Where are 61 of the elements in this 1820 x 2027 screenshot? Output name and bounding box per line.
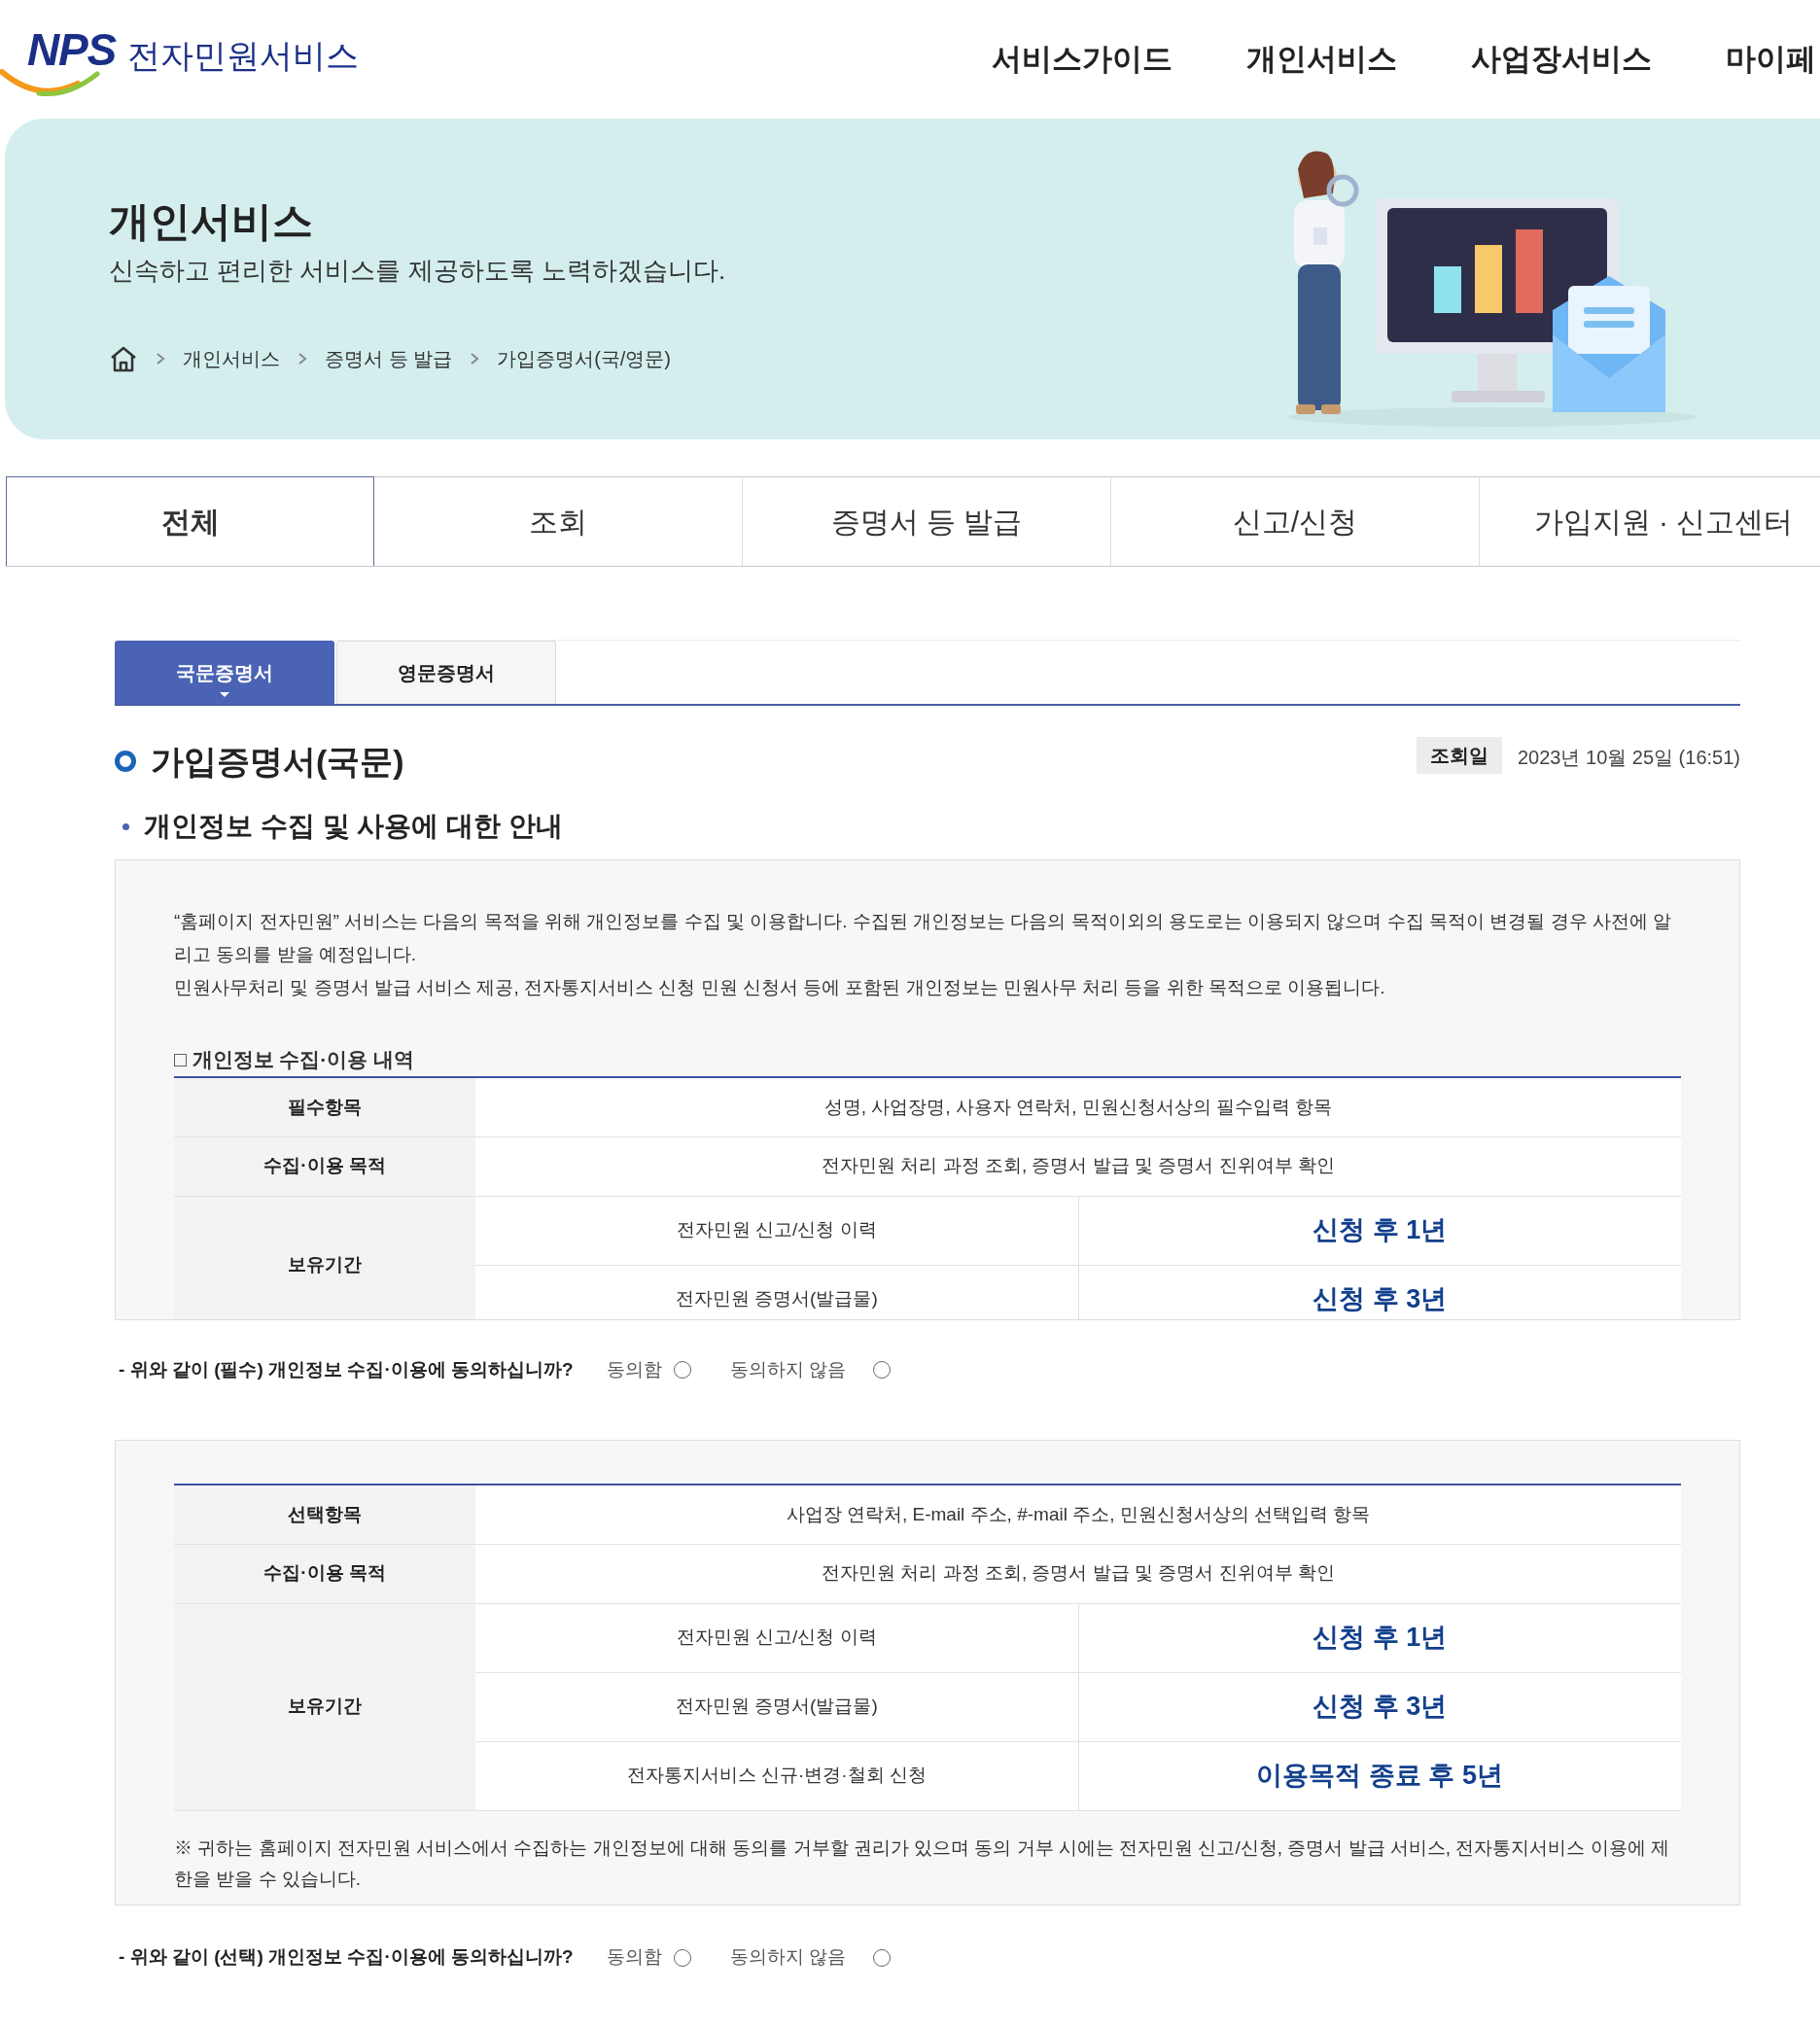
table-header-cell: 선택항목 <box>174 1485 475 1544</box>
ring-icon <box>115 751 136 772</box>
radio-button[interactable] <box>673 1361 691 1379</box>
main-tab[interactable]: 증명서 등 발급 <box>743 476 1111 566</box>
table-cell: 전자민원 신고/신청 이력 <box>475 1603 1078 1672</box>
consent-question: - 위와 같이 (선택) 개인정보 수집·이용에 동의하십니까? <box>119 1945 574 1970</box>
hero-title: 개인서비스 <box>109 197 314 246</box>
table-title: □ 개인정보 수집·이용 내역 <box>174 1047 416 1072</box>
notice-note: ※ 귀하는 홈페이지 전자민원 서비스에서 수집하는 개인정보에 대해 동의를 거부할 권리가 있으며 동의 거부 시에는 전자민원 신고/신청, 증명서 발급 서비스, 전자통지서비스 이용에 제한을 받을 수 있습니다. <box>174 1835 1670 1891</box>
chevron-icon <box>156 351 165 366</box>
lookup-date-label: 조회일 <box>1416 737 1502 774</box>
page-title: 가입증명서(국문) <box>151 741 404 782</box>
main-tab[interactable]: 전체 <box>6 476 374 566</box>
table-header-cell: 보유기간 <box>174 1603 475 1810</box>
radio-button[interactable] <box>872 1361 891 1379</box>
option-label: 동의함 <box>606 1357 662 1381</box>
radio-button[interactable] <box>673 1948 691 1967</box>
main-tab[interactable]: 조회 <box>374 476 743 566</box>
bullet-icon <box>122 822 129 830</box>
home-icon[interactable] <box>109 344 138 372</box>
chevron-icon <box>298 351 307 366</box>
table-cell: 전자민원 증명서(발급물) <box>475 1672 1078 1741</box>
chevron-icon <box>470 351 480 366</box>
lookup-date: 2023년 10월 25일 (16:51) <box>1517 746 1740 770</box>
table-cell: 전자민원 증명서(발급물) <box>475 1265 1078 1319</box>
option-label: 동의하지 않음 <box>729 1945 846 1970</box>
option-label: 동의함 <box>606 1945 662 1970</box>
notice-paragraph: 민원사무처리 및 증명서 발급 서비스 제공, 전자통지서비스 신청 민원 신청서 등에 포함된 개인정보는 민원사무 처리 등을 위한 목적으로 이용됩니다. <box>174 976 1386 999</box>
main-tab[interactable]: 신고/신청 <box>1111 476 1480 566</box>
retention-period: 신청 후 1년 <box>1078 1196 1681 1265</box>
table-header-cell: 보유기간 <box>174 1196 475 1319</box>
option-label: 동의하지 않음 <box>729 1357 846 1381</box>
notice-paragraph: “홈페이지 전자민원” 서비스는 다음의 목적을 위해 개인정보를 수집 및 이용합니다. 수집된 개인정보는 다음의 목적이외의 용도로는 이용되지 않으며 수집 목적이 변경될 경우 사전에 알리고 동의를 받을 예정입니다. <box>174 910 1673 966</box>
sub-tab[interactable]: 영문증명서 <box>336 641 556 704</box>
retention-period: 이용목적 종료 후 5년 <box>1078 1741 1681 1810</box>
table-cell: 전자민원 신고/신청 이력 <box>475 1196 1078 1265</box>
breadcrumb-link[interactable]: 개인서비스 <box>183 343 280 373</box>
table-cell: 전자민원 처리 과정 조회, 증명서 발급 및 증명서 진위여부 확인 <box>475 1136 1681 1196</box>
nav-link[interactable]: 사업장서비스 <box>1471 36 1652 83</box>
radio-button[interactable] <box>872 1948 891 1967</box>
nav-link[interactable]: 서비스가이드 <box>992 36 1172 83</box>
hero-subtitle: 신속하고 편리한 서비스를 제공하도록 노력하겠습니다. <box>109 254 727 287</box>
table-cell: 전자통지서비스 신규·변경·철회 신청 <box>475 1741 1078 1810</box>
breadcrumb-link[interactable]: 증명서 등 발급 <box>325 343 453 373</box>
section-title: 개인정보 수집 및 사용에 대한 안내 <box>144 810 563 843</box>
retention-period: 신청 후 3년 <box>1078 1672 1681 1741</box>
breadcrumb-link[interactable]: 가입증명서(국/영문) <box>497 343 671 373</box>
table-cell: 성명, 사업장명, 사용자 연락처, 민원신청서상의 필수입력 항목 <box>475 1077 1681 1136</box>
nav-link[interactable]: 마이페 <box>1726 36 1816 83</box>
table-header-cell: 수집·이용 목적 <box>174 1544 475 1603</box>
sub-tab[interactable]: 국문증명서 <box>115 641 334 704</box>
table-cell: 사업장 연락처, E-mail 주소, #-mail 주소, 민원신청서상의 선택입력 항목 <box>475 1485 1681 1544</box>
table-cell: 전자민원 처리 과정 조회, 증명서 발급 및 증명서 진위여부 확인 <box>475 1544 1681 1603</box>
consent-question: - 위와 같이 (필수) 개인정보 수집·이용에 동의하십니까? <box>119 1357 574 1381</box>
logo-title[interactable]: 전자민원서비스 <box>127 39 360 72</box>
retention-period: 신청 후 3년 <box>1078 1265 1681 1319</box>
logo-mark[interactable]: NPS <box>27 27 117 72</box>
retention-period: 신청 후 1년 <box>1078 1603 1681 1672</box>
nav-link[interactable]: 개인서비스 <box>1246 36 1397 83</box>
table-header-cell: 필수항목 <box>174 1077 475 1136</box>
table-header-cell: 수집·이용 목적 <box>174 1136 475 1196</box>
